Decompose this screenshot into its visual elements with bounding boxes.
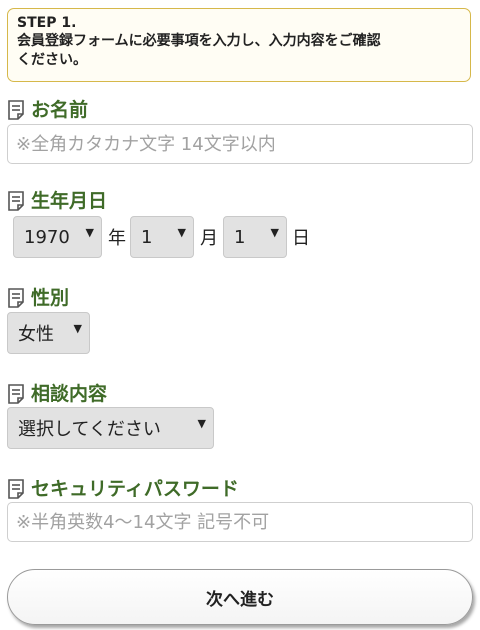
section-label-gender: 性別	[7, 285, 69, 311]
document-icon	[8, 100, 24, 120]
birth-day-value: 1	[234, 226, 246, 248]
consultation-label: 相談内容	[31, 383, 108, 405]
step-instruction-box: STEP 1. 会員登録フォームに必要事項を入力し、入力内容をご確認 ください。	[7, 8, 471, 82]
birth-year-unit: 年	[108, 228, 126, 249]
birth-month-unit: 月	[200, 228, 218, 249]
step-text-line1: 会員登録フォームに必要事項を入力し、入力内容をご確認	[17, 33, 381, 49]
document-icon	[8, 191, 24, 211]
triangle-down-icon: ▼	[197, 417, 206, 430]
document-icon	[8, 288, 24, 308]
gender-select[interactable]: 女性 ▼	[7, 312, 90, 354]
step-text-line2: ください。	[17, 52, 87, 68]
triangle-down-icon: ▼	[177, 226, 186, 239]
birth-year-select[interactable]: 1970 ▼	[13, 216, 102, 258]
document-icon	[8, 479, 24, 499]
birth-day-select[interactable]: 1 ▼	[223, 216, 287, 258]
birth-day-unit: 日	[292, 228, 310, 249]
birth-month-value: 1	[141, 226, 153, 248]
birth-month-select[interactable]: 1 ▼	[130, 216, 194, 258]
step-title: STEP 1.	[17, 15, 77, 31]
gender-label: 性別	[31, 287, 70, 309]
consultation-value: 選択してください	[18, 419, 161, 440]
name-label: お名前	[31, 99, 89, 121]
birthdate-label: 生年月日	[31, 190, 108, 212]
consultation-select[interactable]: 選択してください ▼	[7, 407, 214, 449]
section-label-birthdate: 生年月日	[7, 188, 107, 214]
section-label-consultation: 相談内容	[7, 381, 107, 407]
gender-value: 女性	[18, 324, 54, 345]
next-button[interactable]: 次へ進む	[7, 569, 473, 625]
section-label-password: セキュリティパスワード	[7, 476, 239, 502]
document-icon	[8, 384, 24, 404]
triangle-down-icon: ▼	[85, 226, 94, 239]
password-input[interactable]	[7, 502, 473, 542]
next-button-label: 次へ進む	[206, 589, 274, 610]
birth-year-value: 1970	[24, 226, 70, 248]
triangle-down-icon: ▼	[73, 322, 82, 335]
section-label-name: お名前	[7, 97, 88, 123]
name-input[interactable]	[7, 124, 473, 164]
password-label: セキュリティパスワード	[31, 478, 239, 500]
triangle-down-icon: ▼	[270, 226, 279, 239]
